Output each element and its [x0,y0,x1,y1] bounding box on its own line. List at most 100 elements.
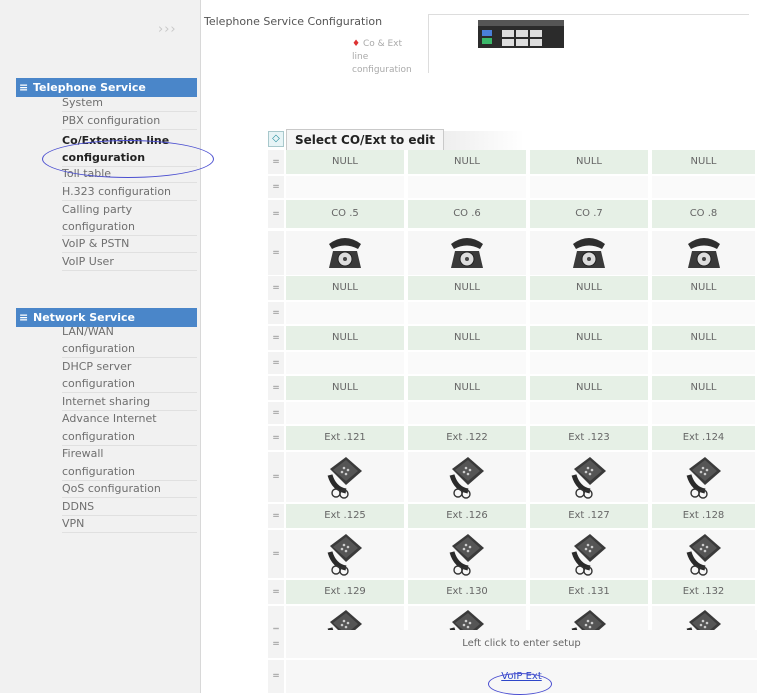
line-label-cell[interactable]: Ext .122 [408,426,528,450]
empty-cell [652,302,757,324]
sidebar-item-network[interactable]: Firewall [62,446,103,461]
line-label-cell[interactable]: NULL [286,376,406,400]
line-icon-cell[interactable] [408,452,528,502]
sidebar-item-telephone[interactable]: VoIP & PSTN [62,236,129,251]
line-label-cell[interactable]: NULL [652,150,757,174]
line-label-cell[interactable]: Ext .128 [652,504,757,528]
sidebar-item-telephone[interactable]: H.323 configuration [62,184,171,199]
empty-cell [408,302,528,324]
line-label-cell[interactable]: NULL [652,376,757,400]
line-label-cell[interactable]: CO .7 [530,200,650,228]
desk-phone-icon [327,534,362,576]
highlight-ellipse [488,673,552,695]
router-device-image [478,20,564,48]
menu-bullet-icon: ≡ [19,81,29,94]
empty-cell [286,176,406,198]
line-label-cell[interactable]: NULL [530,326,650,350]
line-icon-cell[interactable] [530,231,650,275]
sidebar-item-telephone[interactable]: configuration [62,219,135,234]
sidebar-item-network[interactable]: Internet sharing [62,394,150,409]
sidebar-item-network[interactable]: configuration [62,341,135,356]
line-icon-cell[interactable] [652,452,757,502]
empty-cell [408,402,528,424]
empty-cell [652,352,757,374]
line-label-cell[interactable]: NULL [408,376,528,400]
rotary-phone-icon [451,238,483,268]
line-label-cell[interactable]: Ext .125 [286,504,406,528]
line-label-cell[interactable]: Ext .132 [652,580,757,604]
line-label-cell[interactable]: CO .6 [408,200,528,228]
section-label: Network Service [33,311,135,324]
sidebar-item-network[interactable]: QoS configuration [62,481,161,496]
line-label-cell[interactable]: NULL [286,326,406,350]
line-label-cell[interactable]: CO .5 [286,200,406,228]
grid-row: = CO .5 CO .6 CO .7 CO .8 [268,200,757,228]
line-label-cell[interactable]: NULL [530,150,650,174]
line-icon-cell[interactable] [652,231,757,275]
select-all-icon[interactable]: ◇ [268,131,284,147]
grid-row: = [268,176,757,198]
sidebar-item-network[interactable]: configuration [62,376,135,391]
collapse-chevrons-icon[interactable]: ››› [158,22,177,37]
line-icon-cell[interactable] [286,530,406,578]
line-icon-cell[interactable] [286,452,406,502]
line-label-cell[interactable]: NULL [652,326,757,350]
empty-cell [652,402,757,424]
line-label-cell[interactable]: NULL [408,150,528,174]
line-icon-cell[interactable] [286,231,406,275]
sidebar-item-network[interactable]: LAN/WAN [62,324,114,339]
line-label-cell[interactable]: CO .8 [652,200,757,228]
line-label-cell[interactable]: NULL [530,276,650,300]
line-label-cell[interactable]: Ext .121 [286,426,406,450]
grid-row: = Ext .129 Ext .130 Ext .131 Ext .132 [268,580,757,604]
footer-row: = Left click to enter setup [268,630,757,658]
line-label-cell[interactable]: NULL [408,276,528,300]
line-icon-cell[interactable] [652,530,757,578]
line-label-cell[interactable]: NULL [652,276,757,300]
line-label-cell[interactable]: Ext .127 [530,504,650,528]
divider [62,129,197,130]
sidebar-item-network[interactable]: VPN [62,516,84,531]
empty-cell [530,402,650,424]
divider [62,200,197,201]
divider [62,252,197,253]
grid-row: = NULL NULL NULL NULL [268,276,757,300]
tab-shadow [444,131,524,150]
line-icon-cell[interactable] [408,231,528,275]
subtitle-line: Co & Ext [362,39,403,49]
line-label-cell[interactable]: Ext .130 [408,580,528,604]
row-marker-icon: = [268,402,284,424]
rotary-phone-icon [573,238,605,268]
divider [62,111,197,112]
sidebar-item-telephone[interactable]: Calling party [62,202,132,217]
row-marker-icon: = [268,660,284,693]
line-icon-cell[interactable] [408,530,528,578]
menu-bullet-icon: ≡ [19,311,29,324]
sidebar: ››› ≡ Telephone Service System PBX configu… [0,0,201,693]
line-label-cell[interactable]: Ext .126 [408,504,528,528]
line-icon-cell[interactable] [530,452,650,502]
row-marker-icon: = [268,452,284,502]
empty-cell [530,302,650,324]
line-label-cell[interactable]: NULL [408,326,528,350]
line-label-cell[interactable]: Ext .129 [286,580,406,604]
sidebar-item-network[interactable]: DDNS [62,499,94,514]
row-marker-icon: = [268,231,284,275]
line-label-cell[interactable]: Ext .131 [530,580,650,604]
sidebar-item-telephone[interactable]: PBX configuration [62,113,160,128]
sidebar-item-telephone[interactable]: VoIP User [62,254,114,269]
sidebar-item-network[interactable]: configuration [62,429,135,444]
line-label-cell[interactable]: Ext .123 [530,426,650,450]
sidebar-item-network[interactable]: Advance Internet [62,411,157,426]
sidebar-item-telephone[interactable]: System [62,95,103,110]
line-label-cell[interactable]: NULL [530,376,650,400]
sidebar-item-network[interactable]: DHCP server [62,359,131,374]
section-telephone-service[interactable]: ≡ Telephone Service [16,78,197,97]
line-label-cell[interactable]: Ext .124 [652,426,757,450]
line-label-cell[interactable]: NULL [286,276,406,300]
sidebar-item-network[interactable]: configuration [62,464,135,479]
line-label-cell[interactable]: NULL [286,150,406,174]
line-icon-cell[interactable] [530,530,650,578]
empty-cell [286,402,406,424]
empty-cell [286,352,406,374]
